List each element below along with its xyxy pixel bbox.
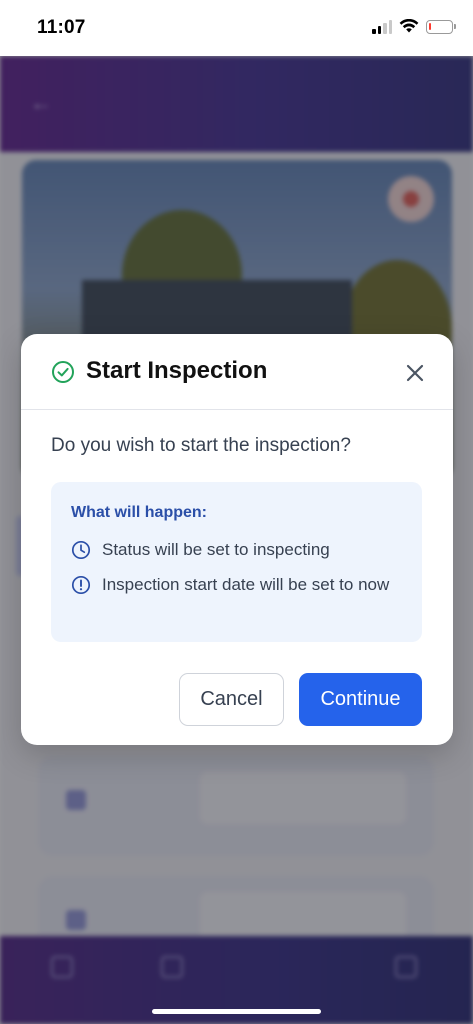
wifi-icon (399, 19, 419, 33)
info-item: Inspection start date will be set to now (71, 575, 402, 597)
battery-icon (426, 19, 456, 34)
status-icons (372, 19, 456, 34)
cancel-button[interactable]: Cancel (179, 673, 284, 726)
info-item: Status will be set to inspecting (71, 540, 402, 562)
info-heading: What will happen: (71, 504, 207, 521)
check-circle-icon (52, 361, 74, 383)
dialog-title: Start Inspection (86, 357, 268, 384)
dialog-question: Do you wish to start the inspection? (51, 435, 351, 456)
battery-level (429, 22, 431, 30)
close-icon[interactable] (403, 361, 427, 385)
home-indicator[interactable] (152, 1009, 321, 1014)
info-item-text: Inspection start date will be set to now (102, 575, 390, 594)
status-time: 11:07 (37, 17, 86, 38)
info-box: What will happen: Status will be set to … (51, 482, 422, 642)
dialog-header: Start Inspection (21, 334, 453, 410)
clock-icon (71, 540, 91, 560)
info-item-text: Status will be set to inspecting (102, 540, 330, 559)
status-bar: 11:07 (0, 0, 473, 56)
signal-icon (372, 19, 392, 34)
start-inspection-dialog: Start Inspection Do you wish to start th… (21, 334, 453, 745)
alert-circle-icon (71, 575, 91, 595)
continue-button[interactable]: Continue (299, 673, 422, 726)
